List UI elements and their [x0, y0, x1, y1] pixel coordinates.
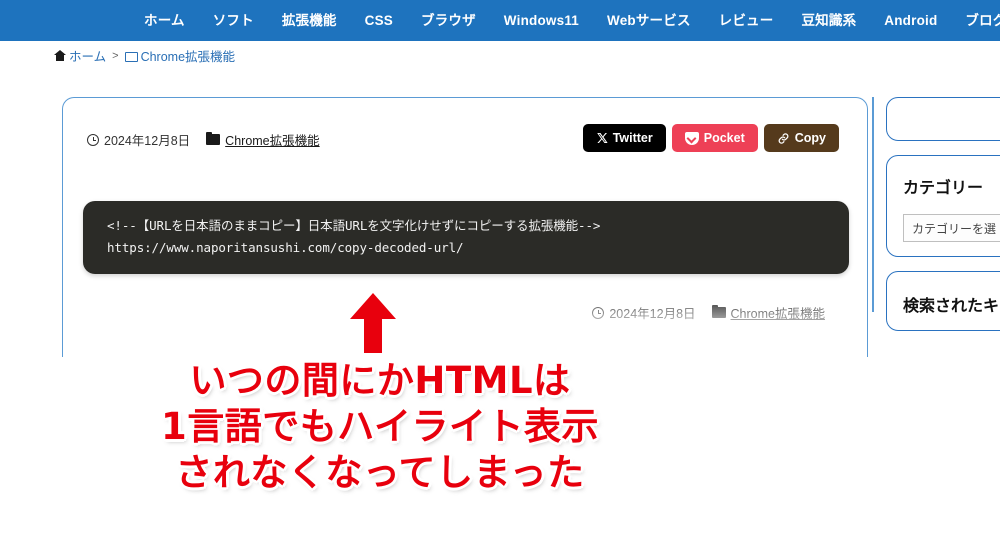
nav-item-blog[interactable]: ブログ	[951, 0, 1000, 41]
sidebar-category-box: カテゴリー カテゴリーを選	[886, 155, 1000, 257]
folder-solid-icon-secondary	[711, 304, 726, 318]
nav-item-home[interactable]: ホーム	[130, 0, 199, 41]
breadcrumb-home-label: ホーム	[69, 50, 107, 64]
category-select-value: カテゴリーを選	[912, 221, 997, 236]
nav-item-browser[interactable]: ブラウザ	[407, 0, 490, 41]
folder-solid-icon	[206, 131, 221, 145]
code-line-url: https://www.naporitansushi.com/copy-deco…	[107, 240, 464, 255]
nav-item-review[interactable]: レビュー	[705, 0, 788, 41]
annotation-text: いつの間にかHTMLは 1言語でもハイライト表示 されなくなってしまった	[0, 358, 760, 496]
sidebar-search-box[interactable]	[886, 97, 1000, 141]
nav-item-android[interactable]: Android	[870, 0, 951, 41]
breadcrumb-category-link[interactable]: Chrome拡張機能	[124, 46, 236, 65]
share-buttons: Twitter Pocket Copy	[582, 124, 839, 152]
sidebar-category-title: カテゴリー	[903, 180, 984, 197]
clock-icon	[87, 133, 99, 146]
share-copy-button[interactable]: Copy	[763, 124, 839, 152]
code-block: <!--【URLを日本語のままコピー】日本語URLを文字化けせずにコピーする拡張…	[83, 201, 849, 274]
nav-item-soft[interactable]: ソフト	[199, 0, 268, 41]
article-date: 2024年12月8日	[104, 134, 191, 148]
breadcrumb-current-label: Chrome拡張機能	[140, 50, 236, 64]
article-date-secondary: 2024年12月8日	[609, 307, 696, 321]
share-pocket-label: Pocket	[703, 131, 745, 145]
annotation-arrow	[340, 291, 406, 355]
breadcrumb-separator: >	[112, 49, 119, 62]
folder-icon	[124, 51, 138, 62]
nav-item-windows11[interactable]: Windows11	[490, 0, 593, 41]
nav-item-css[interactable]: CSS	[351, 0, 407, 41]
nav-item-webservice[interactable]: Webサービス	[593, 0, 705, 41]
sidebar-divider	[872, 97, 874, 312]
category-select[interactable]: カテゴリーを選	[903, 214, 1000, 242]
share-twitter-label: Twitter	[612, 131, 653, 145]
share-pocket-button[interactable]: Pocket	[671, 124, 758, 152]
nav-item-trivia[interactable]: 豆知識系	[787, 0, 870, 41]
breadcrumb: ホーム > Chrome拡張機能	[54, 46, 235, 65]
page-root: ホーム ソフト 拡張機能 CSS ブラウザ Windows11 Webサービス …	[0, 0, 1000, 556]
article-card: 2024年12月8日 Chrome拡張機能 Twitter Pocket Cop…	[62, 97, 868, 357]
share-twitter-button[interactable]: Twitter	[582, 124, 666, 152]
code-line-comment: <!--【URLを日本語のままコピー】日本語URLを文字化けせずにコピーする拡張…	[107, 218, 601, 233]
breadcrumb-home-link[interactable]: ホーム	[54, 46, 106, 65]
article-category-link-secondary[interactable]: Chrome拡張機能	[731, 303, 825, 322]
home-icon	[54, 50, 66, 61]
sidebar-third-title: 検索されたキ	[903, 298, 1000, 315]
x-twitter-icon	[596, 132, 608, 144]
sidebar: カテゴリー カテゴリーを選 検索されたキ	[886, 97, 1000, 345]
clock-icon-secondary	[592, 306, 605, 319]
sidebar-third-box: 検索されたキ	[886, 271, 1000, 331]
article-meta-secondary: 2024年12月8日 Chrome拡張機能	[592, 303, 825, 322]
annotation-line-2: 1言語でもハイライト表示	[160, 405, 599, 448]
article-category-link[interactable]: Chrome拡張機能	[225, 130, 319, 149]
article-meta: 2024年12月8日 Chrome拡張機能	[87, 130, 320, 149]
pocket-icon	[684, 131, 699, 145]
annotation-line-1: いつの間にかHTMLは	[189, 359, 571, 402]
link-icon	[777, 132, 790, 145]
share-copy-label: Copy	[794, 131, 826, 145]
global-navigation: ホーム ソフト 拡張機能 CSS ブラウザ Windows11 Webサービス …	[0, 0, 1000, 41]
nav-item-extensions[interactable]: 拡張機能	[268, 0, 351, 41]
annotation-line-3: されなくなってしまった	[175, 451, 585, 494]
